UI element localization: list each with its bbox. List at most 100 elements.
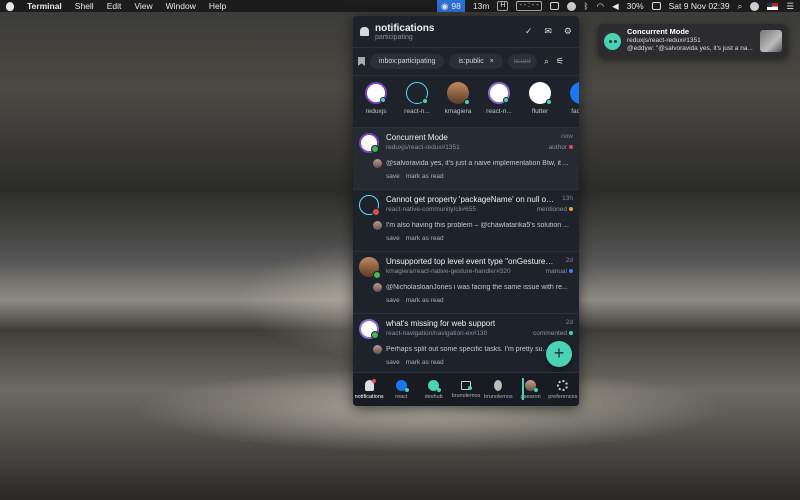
comment-author-avatar	[373, 283, 382, 292]
gear-icon[interactable]: ⚙	[564, 26, 572, 37]
notification-time: 13h	[562, 195, 573, 202]
time-machine-icon[interactable]	[566, 1, 576, 11]
h-status-badge[interactable]: H	[497, 1, 509, 11]
notification-time: 2d	[565, 319, 573, 326]
nav-devhub[interactable]: devhub	[418, 373, 450, 406]
save-button[interactable]: save	[386, 359, 400, 366]
comment-author-avatar	[373, 221, 382, 230]
filter-chip-inbox[interactable]: inbox:participating	[370, 54, 445, 69]
search-icon[interactable]: ⌕	[544, 56, 549, 67]
comment-author-avatar	[373, 345, 382, 354]
avatar-flutter[interactable]: flutter	[521, 82, 559, 127]
notification-repo[interactable]: react-native-community/cli#655	[386, 206, 476, 213]
notification-title[interactable]: Cannot get property 'packageName' on nul…	[386, 195, 556, 204]
mark-as-read-button[interactable]: mark as read	[406, 235, 444, 242]
menu-help[interactable]: Help	[209, 1, 226, 11]
avatar-facebook[interactable]: f facebo	[562, 82, 579, 127]
volume-icon[interactable]: ◀	[612, 1, 619, 12]
clock[interactable]: Sat 9 Nov 02:39	[669, 1, 730, 11]
menu-window[interactable]: Window	[166, 1, 196, 11]
notification-item[interactable]: what's missing for web support 2d react-n…	[353, 314, 579, 374]
avatar-react-navigation[interactable]: react-n...	[480, 82, 518, 127]
toast-repo: reduxjs/react-redux#1351	[627, 36, 701, 44]
notification-center-icon[interactable]: ☰	[786, 1, 794, 12]
notification-item[interactable]: Unsupported top level event type "onGest…	[353, 252, 579, 314]
menu-shell[interactable]: Shell	[75, 1, 94, 11]
menu-edit[interactable]: Edit	[107, 1, 122, 11]
nav-notifications[interactable]: notifications	[353, 373, 385, 406]
notification-title[interactable]: what's missing for web support	[386, 319, 495, 328]
mail-open-icon[interactable]: ✉	[544, 26, 552, 37]
notification-title[interactable]: Concurrent Mode	[386, 133, 448, 142]
airplay-icon[interactable]	[549, 2, 559, 10]
filter-chip-unread[interactable]: is:unr	[507, 54, 537, 69]
user-icon[interactable]	[750, 1, 760, 11]
sliders-icon[interactable]: ⚟	[556, 56, 564, 67]
system-notification-toast[interactable]: Concurrent Mode reduxjs/react-redux#1351…	[598, 24, 788, 58]
bookmark-icon[interactable]	[358, 57, 365, 66]
flutter-logo-icon	[529, 82, 552, 105]
timer-status[interactable]: 13m	[473, 1, 490, 11]
devhub-status-item[interactable]: ◉ 98	[436, 0, 465, 12]
nav-label: react	[395, 393, 408, 400]
notification-reason: commented	[533, 330, 567, 337]
mark-as-read-button[interactable]: mark as read	[406, 297, 444, 304]
notification-actions: save mark as read	[386, 359, 573, 366]
notification-list[interactable]: Concurrent Mode now reduxjs/react-redux#1…	[353, 128, 579, 374]
mark-as-read-button[interactable]: mark as read	[406, 359, 444, 366]
close-icon[interactable]: ×	[490, 58, 494, 65]
notification-repo[interactable]: reduxjs/react-redux#1351	[386, 144, 460, 151]
save-button[interactable]: save	[386, 235, 400, 242]
bluetooth-icon[interactable]: ᛒ	[584, 1, 589, 11]
mark-all-read-icon[interactable]: ✓	[525, 26, 533, 37]
nav-gaearon[interactable]: gaearon	[514, 373, 546, 406]
notification-item[interactable]: Cannot get property 'packageName' on nul…	[353, 190, 579, 252]
nav-label: gaearon	[520, 393, 541, 400]
save-button[interactable]: save	[386, 173, 400, 180]
notification-time: now	[561, 133, 573, 140]
notification-repo[interactable]: kmagiera/react-native-gesture-handler#32…	[386, 268, 511, 275]
filter-chip-label: is:public	[458, 58, 484, 65]
menu-app-name[interactable]: Terminal	[27, 1, 62, 11]
wifi-icon[interactable]: ◠	[597, 1, 604, 12]
avatar-label: react-n...	[404, 108, 430, 115]
add-column-button[interactable]: +	[546, 341, 572, 367]
dash-status[interactable]: - - : - -	[516, 1, 542, 11]
notification-body: what's missing for web support 2d react-n…	[386, 319, 573, 337]
reason-dot	[569, 269, 573, 274]
notification-repo[interactable]: react-navigation/navigation-ex#130	[386, 330, 487, 337]
battery-percent[interactable]: 30%	[627, 1, 644, 11]
notification-title[interactable]: Unsupported top level event type "onGest…	[386, 257, 556, 266]
notification-title-row: Concurrent Mode now	[386, 133, 573, 142]
reduxjs-logo-icon	[365, 82, 387, 104]
column-header: notifications participating ✓ ✉ ⚙	[353, 16, 579, 48]
save-button[interactable]: save	[386, 297, 400, 304]
avatar-react-native[interactable]: react-n...	[398, 82, 436, 127]
avatar-label: facebo	[571, 108, 579, 115]
battery-icon[interactable]	[651, 2, 661, 10]
nav-label: notifications	[354, 393, 384, 400]
nav-brunolemos-home[interactable]: brunolemos	[450, 373, 482, 406]
facebook-logo-icon	[395, 379, 409, 392]
avatar-label: flutter	[531, 108, 549, 115]
person-icon	[494, 379, 503, 391]
notification-item[interactable]: Concurrent Mode now reduxjs/react-redux#1…	[353, 128, 579, 190]
mark-as-read-button[interactable]: mark as read	[406, 173, 444, 180]
spotlight-icon[interactable]: ⌕	[738, 1, 743, 12]
input-source-flag-icon[interactable]	[767, 2, 779, 10]
devhub-window: notifications participating ✓ ✉ ⚙ inbox:…	[353, 16, 579, 406]
menu-view[interactable]: View	[134, 1, 152, 11]
nav-preferences[interactable]: preferences	[547, 373, 579, 406]
issue-open-icon	[371, 145, 379, 153]
user-avatar	[525, 379, 539, 392]
notification-reason-wrap: commented	[533, 330, 573, 337]
avatar-reduxjs[interactable]: reduxjs	[357, 82, 395, 127]
apple-icon[interactable]	[6, 1, 14, 11]
facebook-logo-icon: f	[570, 82, 579, 104]
nav-react[interactable]: react	[385, 373, 417, 406]
avatar-kmagiera[interactable]: kmagiera	[439, 82, 477, 127]
reason-dot	[569, 331, 573, 336]
nav-brunolemos-user[interactable]: brunolemos	[482, 373, 514, 406]
filter-chip-public[interactable]: is:public ×	[449, 54, 503, 69]
gear-icon	[557, 379, 569, 391]
